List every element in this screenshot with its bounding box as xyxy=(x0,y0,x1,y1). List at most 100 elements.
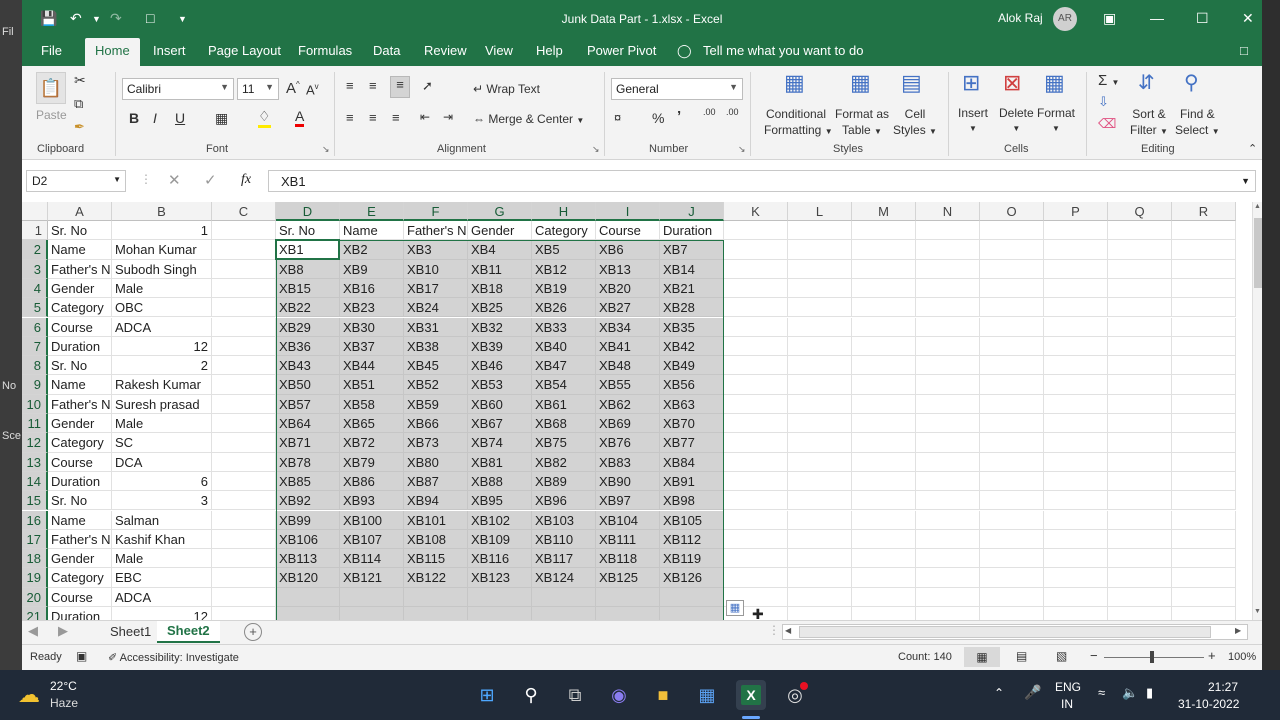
row-header[interactable]: 14 xyxy=(22,471,48,492)
cell[interactable] xyxy=(788,414,852,434)
cell[interactable]: OBC xyxy=(112,298,212,318)
accessibility-status[interactable]: ✐ Accessibility: Investigate xyxy=(108,651,239,664)
cell[interactable] xyxy=(980,394,1044,414)
cell[interactable] xyxy=(980,568,1044,588)
sheet-tab-sheet2[interactable]: Sheet2 xyxy=(157,621,220,643)
cell[interactable]: XB107 xyxy=(340,529,404,550)
cell[interactable] xyxy=(724,336,788,357)
cell[interactable] xyxy=(212,568,276,588)
format-as-table-icon[interactable]: ▦ xyxy=(850,70,871,96)
cell[interactable]: Male xyxy=(112,414,212,434)
cell[interactable]: XB76 xyxy=(596,433,660,453)
cell[interactable] xyxy=(852,433,916,453)
cell[interactable]: XB122 xyxy=(404,568,468,588)
cell[interactable] xyxy=(916,491,980,511)
weather-condition[interactable]: Haze xyxy=(50,696,78,710)
cell[interactable] xyxy=(788,375,852,395)
cell[interactable] xyxy=(980,510,1044,530)
cell[interactable] xyxy=(724,491,788,511)
cell[interactable]: Name xyxy=(48,510,112,530)
maximize-icon[interactable]: ☐ xyxy=(1196,10,1209,27)
row-header[interactable]: 1 xyxy=(22,221,48,241)
column-header[interactable]: N xyxy=(916,202,980,221)
cell[interactable] xyxy=(1172,259,1236,279)
row-header[interactable]: 12 xyxy=(22,433,48,453)
cell[interactable] xyxy=(1108,414,1172,434)
cell[interactable]: Category xyxy=(48,433,112,453)
column-header[interactable]: P xyxy=(1044,202,1108,221)
cell[interactable]: XB3 xyxy=(404,240,468,260)
cell[interactable] xyxy=(724,259,788,279)
sort-filter-button[interactable]: Sort & Filter ▼ xyxy=(1130,106,1168,140)
cell[interactable] xyxy=(852,491,916,511)
row-header[interactable]: 4 xyxy=(22,278,48,299)
cell[interactable]: XB106 xyxy=(276,529,340,550)
cell[interactable]: Duration xyxy=(48,607,112,620)
cell[interactable] xyxy=(1108,336,1172,357)
cell[interactable] xyxy=(596,587,660,607)
cell[interactable] xyxy=(212,471,276,492)
cell[interactable] xyxy=(1044,607,1108,620)
cell[interactable] xyxy=(724,510,788,530)
cell[interactable]: XB44 xyxy=(340,356,404,376)
tab-view[interactable]: View xyxy=(485,43,513,58)
page-break-view-icon[interactable]: ▧ xyxy=(1056,649,1067,663)
cell[interactable]: XB24 xyxy=(404,298,468,318)
cell[interactable] xyxy=(1108,529,1172,550)
cell[interactable]: 12 xyxy=(112,607,212,620)
cell[interactable]: XB120 xyxy=(276,568,340,588)
row-header[interactable]: 15 xyxy=(22,491,48,511)
cut-icon[interactable]: ✂ xyxy=(74,72,86,89)
zoom-in-icon[interactable]: + xyxy=(1208,648,1216,663)
clear-icon[interactable]: ⌫ xyxy=(1098,116,1116,132)
cell[interactable] xyxy=(212,452,276,472)
cell[interactable]: XB56 xyxy=(660,375,724,395)
cell[interactable] xyxy=(980,317,1044,337)
cell[interactable] xyxy=(212,529,276,550)
increase-font-icon[interactable]: A^ xyxy=(286,80,300,97)
next-sheet-icon[interactable]: ▶ xyxy=(58,623,68,639)
align-left-icon[interactable]: ≡ xyxy=(346,110,354,125)
cell[interactable]: XB101 xyxy=(404,510,468,530)
expand-formula-icon[interactable]: ▼ xyxy=(1241,176,1250,186)
cell[interactable] xyxy=(916,317,980,337)
cell[interactable] xyxy=(1108,510,1172,530)
cell-styles-icon[interactable]: ▤ xyxy=(901,70,922,96)
cell[interactable] xyxy=(1172,221,1236,241)
cell[interactable] xyxy=(1044,452,1108,472)
cell[interactable]: Duration xyxy=(48,471,112,492)
cell[interactable] xyxy=(1172,394,1236,414)
add-sheet-icon[interactable]: + xyxy=(244,623,262,641)
cell[interactable] xyxy=(788,336,852,357)
cell[interactable]: Course xyxy=(596,221,660,241)
cell[interactable]: Father's N xyxy=(404,221,468,241)
cell[interactable] xyxy=(788,510,852,530)
wifi-icon[interactable]: ≈ xyxy=(1098,685,1105,700)
cell[interactable] xyxy=(212,607,276,620)
cell[interactable]: Father's N xyxy=(48,529,112,550)
cell[interactable] xyxy=(1172,336,1236,357)
ribbon-display-icon[interactable]: ▣ xyxy=(1103,10,1116,27)
column-header[interactable]: K xyxy=(724,202,788,221)
row-header[interactable]: 6 xyxy=(22,317,48,337)
increase-decimal-button[interactable]: .00 xyxy=(703,108,716,117)
cell[interactable]: XB61 xyxy=(532,394,596,414)
cell[interactable]: XB17 xyxy=(404,278,468,299)
number-format-select[interactable]: General ▼ xyxy=(611,78,743,100)
cell[interactable] xyxy=(212,414,276,434)
scroll-down-icon[interactable]: ▼ xyxy=(1254,608,1261,615)
cell[interactable] xyxy=(1108,298,1172,318)
cell[interactable]: XB88 xyxy=(468,471,532,492)
cell[interactable] xyxy=(788,549,852,569)
cell[interactable]: XB57 xyxy=(276,394,340,414)
cell[interactable] xyxy=(788,259,852,279)
cell[interactable]: XB68 xyxy=(532,414,596,434)
cell[interactable] xyxy=(916,510,980,530)
cell[interactable]: Duration xyxy=(660,221,724,241)
clock-date[interactable]: 31-10-2022 xyxy=(1178,697,1239,711)
cell[interactable] xyxy=(212,356,276,376)
cell[interactable]: Male xyxy=(112,278,212,299)
cell[interactable]: XB66 xyxy=(404,414,468,434)
cell[interactable]: Suresh prasad xyxy=(112,394,212,414)
cell[interactable]: XB85 xyxy=(276,471,340,492)
